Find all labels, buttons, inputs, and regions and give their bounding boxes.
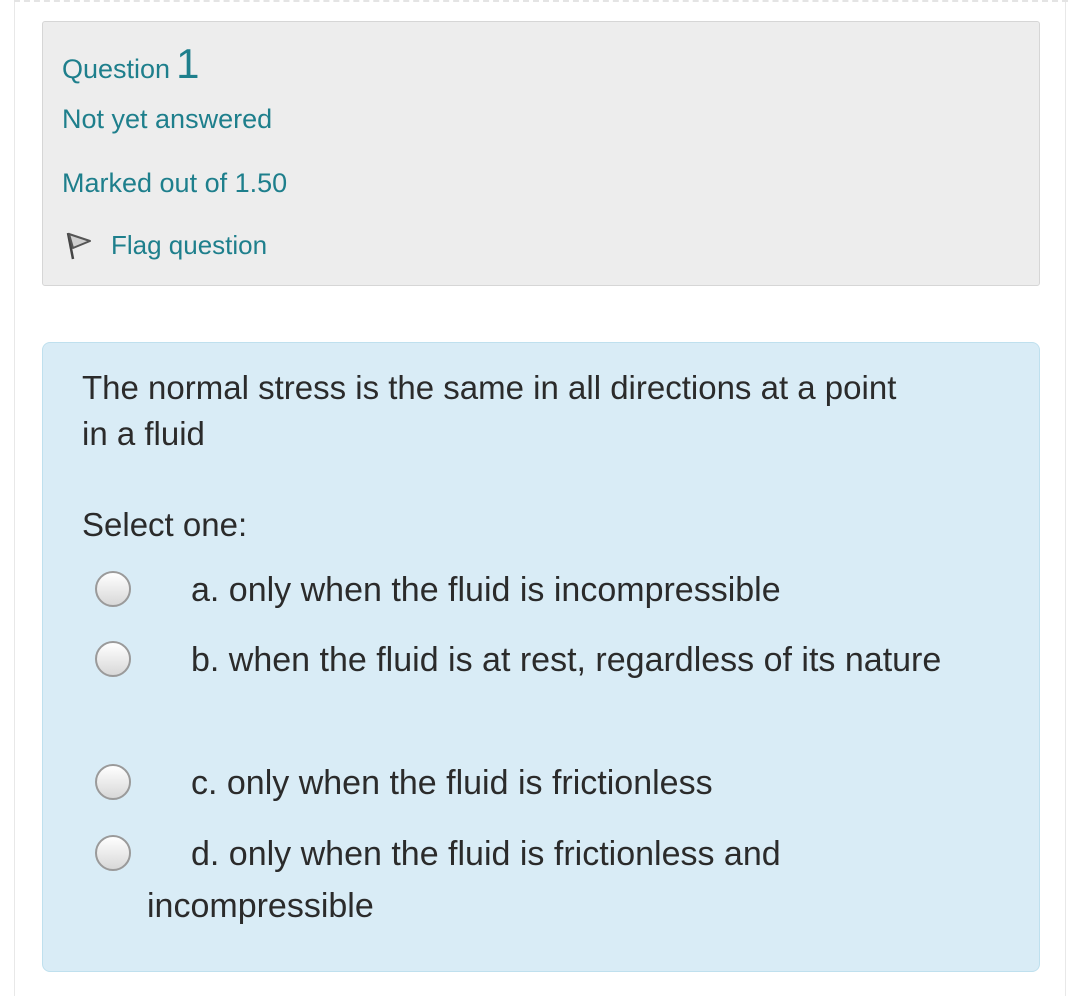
flag-question-label[interactable]: Flag question (111, 230, 267, 261)
answer-option-label-d[interactable]: d. only when the fluid is frictionless a… (147, 828, 947, 932)
radio-button-c[interactable] (95, 764, 131, 800)
flag-icon[interactable] (63, 228, 97, 262)
flag-question-button[interactable]: Flag question (63, 228, 267, 262)
question-grade: Marked out of 1.50 (62, 168, 288, 198)
radio-button-a[interactable] (95, 571, 131, 607)
answer-option-label-b[interactable]: b. when the fluid is at rest, regardless… (147, 634, 947, 686)
question-state: Not yet answered (62, 104, 273, 134)
answer-option-label-c[interactable]: c. only when the fluid is frictionless (147, 757, 947, 809)
question-label: Question (62, 54, 171, 84)
radio-button-b[interactable] (95, 641, 131, 677)
radio-button-d[interactable] (95, 835, 131, 871)
answer-option-label-a[interactable]: a. only when the fluid is incompressible (147, 564, 947, 616)
question-formulation: The normal stress is the same in all dir… (42, 342, 1040, 972)
question-info-panel: Question 1 Not yet answered Marked out of… (42, 21, 1040, 286)
question-number-heading: Question 1 (62, 40, 199, 88)
question-number: 1 (176, 40, 200, 87)
question-text: The normal stress is the same in all dir… (82, 369, 897, 452)
answer-prompt: Select one: (82, 506, 248, 543)
